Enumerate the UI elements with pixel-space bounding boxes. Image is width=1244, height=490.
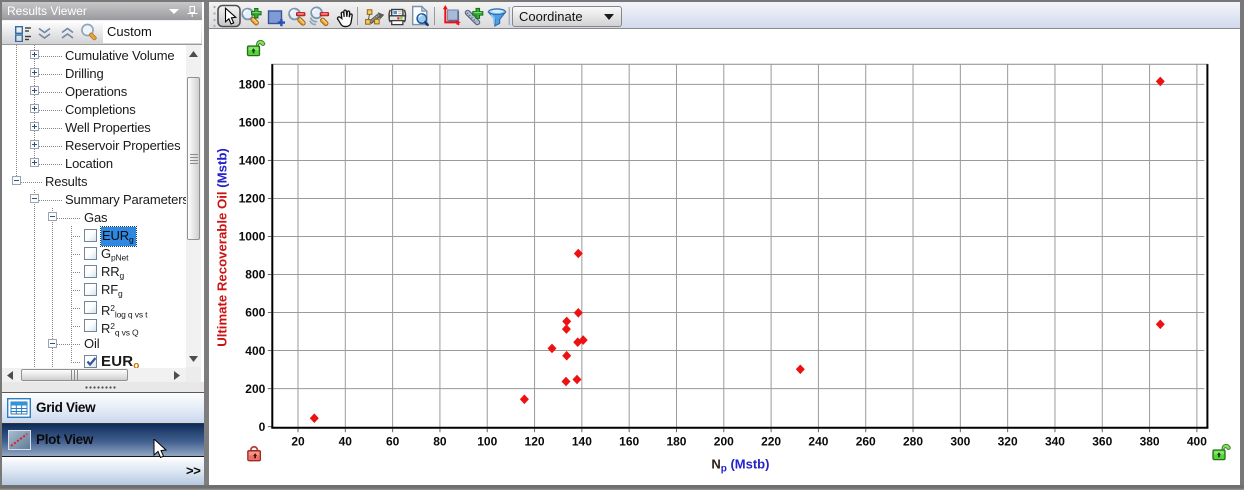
svg-text:220: 220 bbox=[761, 435, 781, 449]
svg-text:600: 600 bbox=[245, 306, 265, 320]
svg-text:20: 20 bbox=[291, 435, 305, 449]
svg-text:80: 80 bbox=[433, 435, 447, 449]
svg-text:140: 140 bbox=[572, 435, 592, 449]
svg-text:400: 400 bbox=[1187, 435, 1207, 449]
svg-text:240: 240 bbox=[808, 435, 828, 449]
svg-text:380: 380 bbox=[1140, 435, 1160, 449]
svg-text:1800: 1800 bbox=[239, 78, 266, 92]
svg-text:300: 300 bbox=[950, 435, 970, 449]
svg-text:260: 260 bbox=[856, 435, 876, 449]
svg-text:120: 120 bbox=[525, 435, 545, 449]
svg-text:320: 320 bbox=[998, 435, 1018, 449]
svg-text:1000: 1000 bbox=[239, 230, 266, 244]
svg-text:0: 0 bbox=[259, 420, 266, 434]
svg-text:160: 160 bbox=[619, 435, 639, 449]
svg-text:100: 100 bbox=[477, 435, 497, 449]
svg-text:180: 180 bbox=[666, 435, 686, 449]
svg-text:340: 340 bbox=[1045, 435, 1065, 449]
svg-text:60: 60 bbox=[386, 435, 400, 449]
svg-text:800: 800 bbox=[245, 268, 265, 282]
svg-text:1200: 1200 bbox=[239, 192, 266, 206]
svg-text:360: 360 bbox=[1092, 435, 1112, 449]
svg-text:280: 280 bbox=[903, 435, 923, 449]
svg-text:1400: 1400 bbox=[239, 154, 266, 168]
svg-text:1600: 1600 bbox=[239, 116, 266, 130]
svg-text:400: 400 bbox=[245, 344, 265, 358]
svg-text:40: 40 bbox=[339, 435, 353, 449]
svg-text:Ultimate Recoverable Oil (Mstb: Ultimate Recoverable Oil (Mstb) bbox=[215, 148, 230, 347]
svg-text:200: 200 bbox=[245, 382, 265, 396]
svg-text:Np (Mstb): Np (Mstb) bbox=[711, 457, 769, 475]
svg-text:200: 200 bbox=[714, 435, 734, 449]
